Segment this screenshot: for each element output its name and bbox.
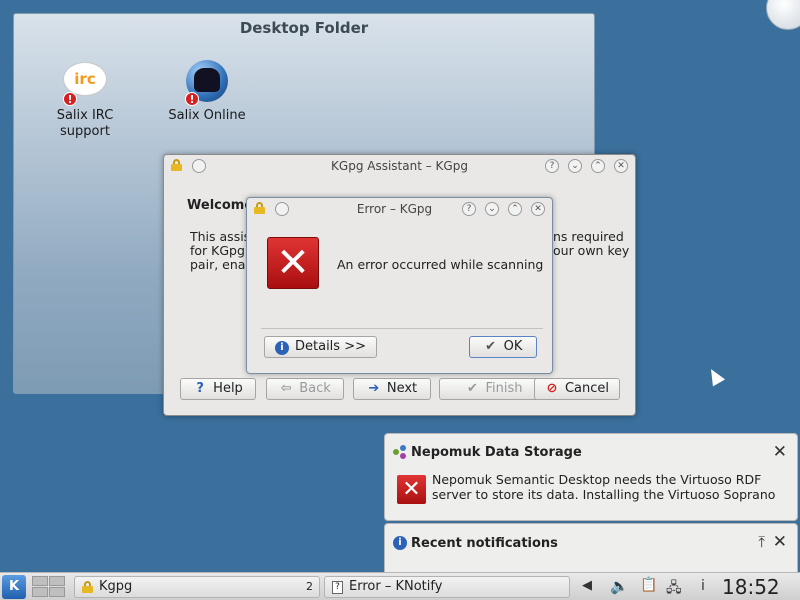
taskbar: K Kgpg 2 ? Error – KNotify ◀ 🔈 📋 🖧 i 18:… — [0, 572, 800, 600]
divider — [261, 328, 543, 329]
nepomuk-notification: Nepomuk Data Storage ✕ ✕ Nepomuk Semanti… — [384, 433, 798, 521]
nepomuk-icon — [393, 445, 407, 459]
clipboard-icon[interactable]: 📋 — [640, 577, 657, 593]
irc-icon: irc ! — [63, 60, 107, 106]
nepomuk-message: Nepomuk Semantic Desktop needs the Virtu… — [432, 472, 776, 502]
nepomuk-title: Nepomuk Data Storage — [411, 445, 582, 460]
lock-icon[interactable] — [171, 159, 182, 171]
upload-icon[interactable]: ⤒ — [758, 533, 765, 551]
clock[interactable]: 18:52 — [722, 575, 780, 599]
info-icon: i — [393, 536, 407, 550]
assistant-text-right: ns required our own key — [553, 229, 630, 258]
check-icon: ✔ — [485, 339, 497, 354]
arrow-left-icon: ⇦ — [280, 381, 292, 396]
desktop-icon-label: Salix Online — [168, 108, 246, 123]
globe-tree-icon: ! — [185, 60, 229, 106]
assistant-text-left: This assis for KGpg pair, enab — [190, 229, 254, 272]
info-icon: i — [275, 341, 289, 355]
task-error-knotify[interactable]: ? Error – KNotify — [324, 576, 570, 598]
help-button[interactable]: ? Help — [180, 378, 256, 400]
arrow-right-icon: ➔ — [368, 381, 380, 396]
ok-button[interactable]: ✔ OK — [469, 336, 537, 358]
check-icon: ✔ — [467, 381, 478, 396]
lock-icon — [82, 581, 93, 593]
minimize-icon[interactable]: ⌄ — [485, 202, 499, 216]
error-dialog: Error – KGpg ? ⌄ ⌃ ✕ ✕ An error occurred… — [246, 197, 553, 374]
next-button[interactable]: ➔ Next — [353, 378, 431, 400]
maximize-icon[interactable]: ⌃ — [591, 159, 605, 173]
dialog-icon: ? — [332, 581, 343, 594]
task-group-count: 2 — [306, 580, 313, 593]
help-book-icon: ? — [196, 381, 204, 396]
notifications-info-icon[interactable]: i — [701, 578, 705, 594]
cancel-button[interactable]: ⊘ Cancel — [534, 378, 620, 400]
kgpg-titlebar[interactable]: KGpg Assistant – KGpg ? ⌄ ⌃ ✕ — [164, 155, 635, 177]
kgpg-window-title: KGpg Assistant – KGpg — [331, 159, 468, 173]
close-icon[interactable]: ✕ — [614, 159, 628, 173]
cancel-icon: ⊘ — [546, 381, 558, 396]
recent-notifications-panel: i Recent notifications ⤒ ✕ — [384, 523, 798, 572]
error-dialog-title: Error – KGpg — [356, 202, 433, 216]
window-menu-button[interactable] — [275, 202, 289, 216]
error-icon: ✕ — [267, 237, 319, 289]
close-icon[interactable]: ✕ — [773, 442, 787, 462]
details-button[interactable]: i Details >> — [264, 336, 377, 358]
error-message: An error occurred while scanning — [337, 257, 544, 272]
plasma-toolbox-corner[interactable] — [766, 0, 800, 30]
warning-badge-icon: ! — [185, 92, 199, 106]
help-icon[interactable]: ? — [545, 159, 559, 173]
desktop-icon-salix-online[interactable]: ! Salix Online — [162, 60, 252, 124]
folder-title: Desktop Folder — [239, 19, 369, 37]
mouse-cursor-icon — [704, 365, 726, 387]
desktop-icon-salix-irc[interactable]: irc ! Salix IRC support — [40, 60, 130, 140]
warning-badge-icon: ! — [63, 92, 77, 106]
lock-icon[interactable] — [254, 202, 265, 214]
minimize-icon[interactable]: ⌄ — [568, 159, 582, 173]
close-icon[interactable]: ✕ — [773, 532, 787, 552]
recent-notifications-title: Recent notifications — [411, 536, 558, 551]
desktop-icon-label: Salix IRC — [56, 108, 114, 123]
pager[interactable] — [32, 576, 66, 598]
maximize-icon[interactable]: ⌃ — [508, 202, 522, 216]
desktop-icon-label-line2: support — [60, 124, 110, 139]
window-menu-button[interactable] — [192, 159, 206, 173]
finish-button[interactable]: ✔ Finish — [439, 378, 549, 400]
task-kgpg[interactable]: Kgpg 2 — [74, 576, 320, 598]
tray-arrow-icon[interactable]: ◀ — [582, 578, 592, 593]
welcome-heading: Welcome — [187, 198, 254, 213]
volume-icon[interactable]: 🔈 — [610, 577, 629, 595]
error-titlebar[interactable]: Error – KGpg ? ⌄ ⌃ ✕ — [247, 198, 552, 220]
error-icon: ✕ — [397, 475, 426, 504]
help-icon[interactable]: ? — [462, 202, 476, 216]
kde-menu-icon[interactable]: K — [2, 575, 26, 599]
network-icon[interactable]: 🖧 — [666, 577, 682, 600]
back-button[interactable]: ⇦ Back — [266, 378, 344, 400]
close-icon[interactable]: ✕ — [531, 202, 545, 216]
